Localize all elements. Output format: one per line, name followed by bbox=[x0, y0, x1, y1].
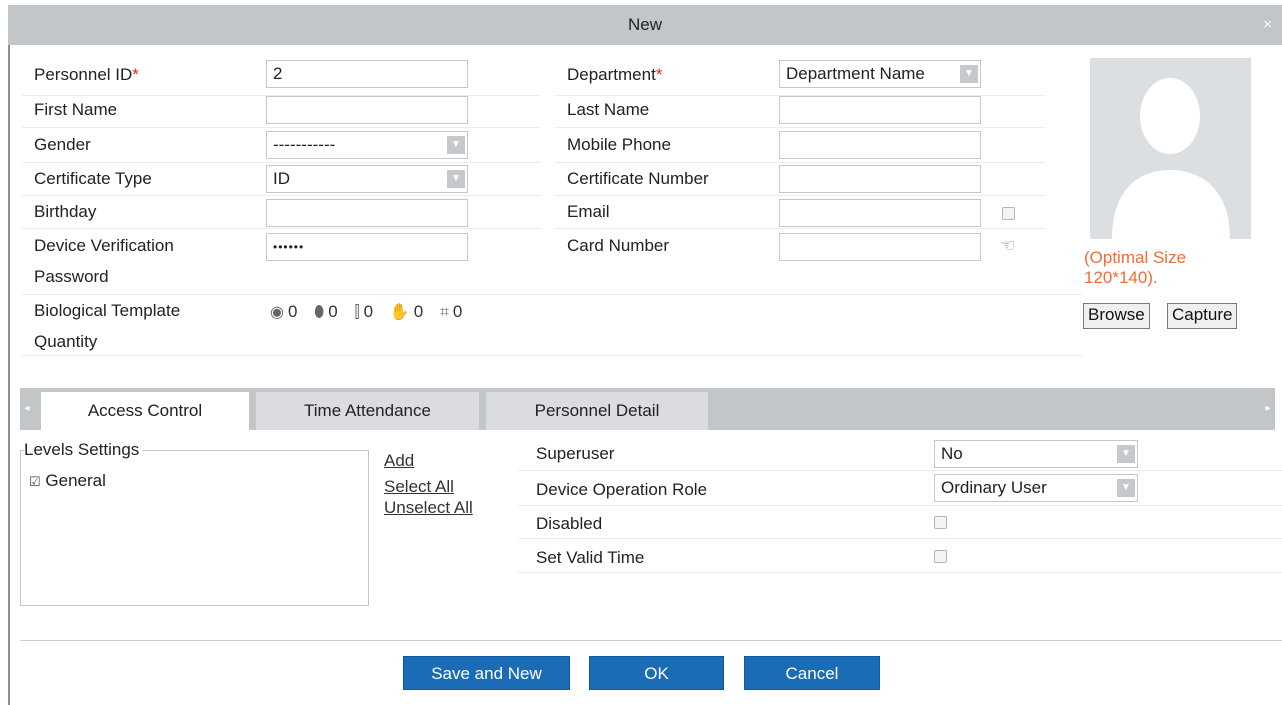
dialog-title: New bbox=[627, 15, 662, 34]
level-item-general[interactable]: ☑ General bbox=[29, 471, 106, 491]
superuser-select[interactable]: No ▼ bbox=[934, 440, 1138, 468]
finger-vein-icon: ⬮ bbox=[314, 304, 325, 321]
email-label: Email bbox=[567, 202, 610, 221]
capture-button[interactable]: Capture bbox=[1167, 303, 1238, 329]
footer-divider bbox=[20, 640, 1282, 641]
row-divider bbox=[22, 355, 1082, 356]
certificate-type-label: Certificate Type bbox=[34, 169, 152, 188]
tab-personnel-detail[interactable]: Personnel Detail bbox=[486, 392, 708, 430]
levels-settings-title: Levels Settings bbox=[24, 440, 144, 460]
palm-icon: ✋ bbox=[389, 304, 410, 321]
required-mark: * bbox=[655, 65, 663, 84]
device-operation-role-select[interactable]: Ordinary User ▼ bbox=[934, 474, 1138, 502]
department-value: Department Name bbox=[786, 64, 925, 83]
row-divider bbox=[555, 162, 1045, 163]
row-divider bbox=[555, 228, 1045, 229]
device-verification-label-line1: Device Verification bbox=[34, 236, 174, 255]
certificate-number-label: Certificate Number bbox=[567, 169, 709, 188]
row-divider bbox=[518, 505, 1282, 506]
department-label: Department* bbox=[567, 65, 663, 84]
disabled-checkbox[interactable] bbox=[934, 516, 947, 529]
personnel-photo bbox=[1090, 58, 1251, 239]
card-number-input[interactable] bbox=[779, 233, 981, 261]
set-valid-time-checkbox[interactable] bbox=[934, 550, 947, 563]
first-name-input[interactable] bbox=[266, 96, 468, 124]
row-divider bbox=[22, 294, 1082, 295]
birthday-label: Birthday bbox=[34, 202, 97, 221]
face-icon: ⌗ bbox=[439, 304, 449, 321]
row-divider bbox=[555, 127, 1045, 128]
last-name-input[interactable] bbox=[779, 96, 981, 124]
email-input[interactable] bbox=[779, 199, 981, 227]
chevron-down-icon: ▼ bbox=[1117, 479, 1135, 497]
row-divider bbox=[555, 195, 1045, 196]
biological-template-label-line2: Quantity bbox=[34, 332, 98, 351]
row-divider bbox=[22, 195, 540, 196]
gender-label: Gender bbox=[34, 135, 91, 154]
photo-size-note: (Optimal Size 120*140). bbox=[1084, 248, 1187, 287]
chevron-down-icon: ▼ bbox=[1117, 445, 1135, 463]
card-reader-icon[interactable]: ☜ bbox=[1000, 236, 1015, 256]
device-verification-password-input[interactable]: •••••• bbox=[266, 233, 468, 261]
superuser-label: Superuser bbox=[536, 444, 615, 463]
gender-select[interactable]: ----------- ▼ bbox=[266, 131, 468, 159]
chevron-down-icon: ▼ bbox=[447, 170, 465, 188]
set-valid-time-label: Set Valid Time bbox=[536, 548, 645, 567]
gender-value: ----------- bbox=[273, 135, 336, 154]
palm-vertical-icon: ⫿ bbox=[354, 304, 360, 321]
disabled-label: Disabled bbox=[536, 514, 603, 533]
tab-access-control[interactable]: Access Control bbox=[41, 392, 249, 430]
birthday-input[interactable] bbox=[266, 199, 468, 227]
checkbox-checked-icon[interactable]: ☑ bbox=[29, 474, 41, 489]
scroll-right-icon[interactable]: ▸ bbox=[1261, 388, 1275, 430]
tab-time-attendance[interactable]: Time Attendance bbox=[256, 392, 479, 430]
superuser-value: No bbox=[941, 444, 963, 463]
select-all-link[interactable]: Select All bbox=[384, 477, 454, 497]
device-operation-role-label: Device Operation Role bbox=[536, 480, 708, 499]
row-divider bbox=[22, 127, 540, 128]
scroll-left-icon[interactable]: ◂ bbox=[20, 388, 34, 430]
card-number-label: Card Number bbox=[567, 236, 670, 255]
chevron-down-icon: ▼ bbox=[960, 65, 978, 83]
row-divider bbox=[22, 162, 540, 163]
dialog-title-bar: New × bbox=[8, 5, 1282, 45]
dialog-left-border bbox=[8, 45, 10, 705]
biological-template-counts: ◉ 0 ⬮ 0 ⫿ 0 ✋ 0 ⌗ 0 bbox=[270, 302, 463, 321]
row-divider bbox=[518, 538, 1282, 539]
avatar-placeholder-icon bbox=[1112, 78, 1230, 239]
row-divider bbox=[22, 228, 540, 229]
add-level-link[interactable]: Add bbox=[384, 451, 414, 471]
certificate-number-input[interactable] bbox=[779, 165, 981, 193]
email-checkbox[interactable] bbox=[1002, 207, 1015, 220]
personnel-id-input[interactable]: 2 bbox=[266, 60, 468, 88]
browse-button[interactable]: Browse bbox=[1083, 303, 1150, 329]
biological-template-label-line1: Biological Template bbox=[34, 301, 181, 320]
unselect-all-link[interactable]: Unselect All bbox=[384, 498, 473, 518]
required-mark: * bbox=[132, 65, 139, 84]
fingerprint-icon: ◉ bbox=[270, 304, 284, 321]
cancel-button[interactable]: Cancel bbox=[744, 656, 880, 690]
personnel-id-label: Personnel ID* bbox=[34, 65, 139, 84]
first-name-label: First Name bbox=[34, 100, 118, 119]
mobile-phone-label: Mobile Phone bbox=[567, 135, 671, 154]
mobile-phone-input[interactable] bbox=[779, 131, 981, 159]
close-icon[interactable]: × bbox=[1263, 5, 1272, 45]
row-divider bbox=[518, 470, 1282, 471]
device-verification-label-line2: Password bbox=[34, 267, 109, 286]
save-and-new-button[interactable]: Save and New bbox=[403, 656, 570, 690]
department-select[interactable]: Department Name ▼ bbox=[779, 60, 981, 88]
last-name-label: Last Name bbox=[567, 100, 650, 119]
certificate-type-value: ID bbox=[273, 169, 290, 188]
chevron-down-icon: ▼ bbox=[447, 136, 465, 154]
device-operation-role-value: Ordinary User bbox=[941, 478, 1047, 497]
ok-button[interactable]: OK bbox=[589, 656, 724, 690]
row-divider bbox=[518, 572, 1282, 573]
certificate-type-select[interactable]: ID ▼ bbox=[266, 165, 468, 193]
